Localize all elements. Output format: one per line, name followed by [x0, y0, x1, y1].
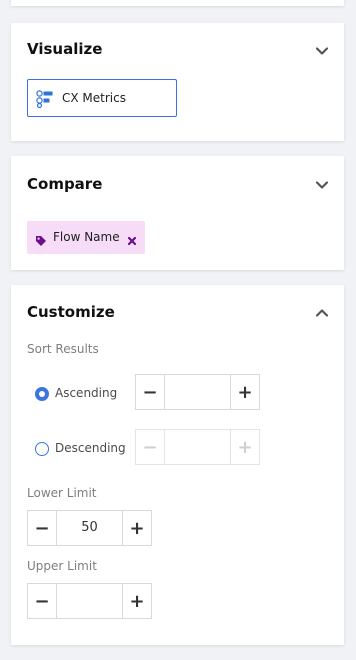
chevron-down-icon[interactable]: [314, 43, 330, 59]
ascending-radio[interactable]: [35, 387, 49, 401]
sort-results-label: Sort Results: [27, 342, 99, 356]
upper-limit-stepper: − +: [27, 583, 152, 619]
chevron-up-icon[interactable]: [314, 305, 330, 321]
upper-limit-label: Upper Limit: [27, 559, 97, 573]
increment-button: +: [230, 430, 259, 464]
visualize-panel: Visualize CX Metrics: [11, 23, 344, 141]
chevron-down-icon[interactable]: [314, 177, 330, 193]
increment-button[interactable]: +: [230, 375, 259, 409]
compare-chip-label: Flow Name: [53, 230, 120, 244]
ascending-stepper: − +: [135, 374, 260, 410]
tag-icon: [35, 232, 47, 251]
increment-button[interactable]: +: [122, 511, 151, 545]
visualize-metric-select[interactable]: CX Metrics: [27, 79, 177, 117]
customize-title: Customize: [27, 303, 115, 321]
remove-chip-icon[interactable]: [127, 231, 137, 250]
visualize-metric-label: CX Metrics: [62, 91, 126, 105]
descending-label: Descending: [55, 441, 126, 455]
lower-limit-value[interactable]: 50: [56, 520, 123, 535]
compare-title: Compare: [27, 175, 103, 193]
decrement-button: −: [136, 430, 165, 464]
compare-chip-flow-name[interactable]: Flow Name: [27, 221, 145, 254]
lower-limit-stepper: − 50 +: [27, 510, 152, 546]
metrics-icon: [36, 90, 54, 109]
top-card-partial: [11, 0, 344, 6]
ascending-label: Ascending: [55, 386, 118, 400]
descending-stepper: − +: [135, 429, 260, 465]
compare-panel: Compare Flow Name: [11, 156, 344, 270]
decrement-button[interactable]: −: [28, 511, 57, 545]
customize-panel: Customize Sort Results Ascending − + Des…: [11, 285, 344, 645]
decrement-button[interactable]: −: [28, 584, 57, 618]
visualize-title: Visualize: [27, 40, 103, 58]
lower-limit-label: Lower Limit: [27, 486, 97, 500]
descending-radio[interactable]: [35, 442, 49, 456]
decrement-button[interactable]: −: [136, 375, 165, 409]
increment-button[interactable]: +: [122, 584, 151, 618]
